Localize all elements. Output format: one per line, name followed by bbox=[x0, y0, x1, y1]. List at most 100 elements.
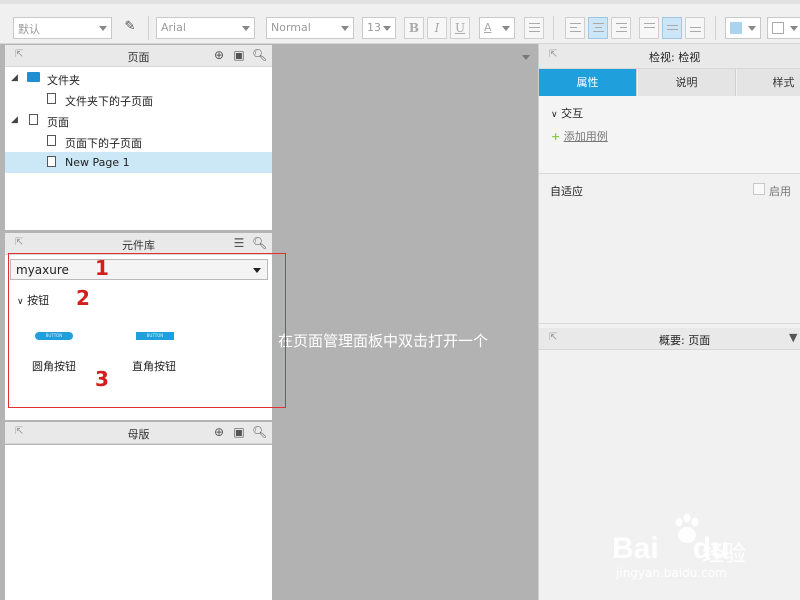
pin-icon[interactable]: ⇱ bbox=[549, 332, 557, 343]
bullet-list-button[interactable] bbox=[524, 17, 544, 39]
menu-bar-edge bbox=[0, 0, 800, 4]
add-case-link[interactable]: + 添加用例 bbox=[551, 128, 608, 144]
chevron-down-icon bbox=[502, 26, 510, 31]
chevron-down-icon bbox=[790, 26, 798, 31]
border-color-icon bbox=[772, 22, 784, 34]
adaptive-label: 自适应 bbox=[550, 185, 583, 198]
annotation-number-3: 3 bbox=[95, 367, 109, 391]
design-canvas[interactable] bbox=[272, 44, 538, 600]
chevron-down-icon bbox=[253, 268, 261, 273]
align-right-icon bbox=[616, 23, 627, 33]
library-panel-header: ⇱ 元件库 ☰ 🔍︎ bbox=[5, 233, 272, 255]
add-folder-icon[interactable]: ▣ bbox=[232, 48, 246, 62]
underline-button[interactable]: U bbox=[450, 17, 470, 39]
style-select[interactable]: 默认 bbox=[13, 17, 112, 39]
align-left-button[interactable] bbox=[565, 17, 585, 39]
add-page-icon[interactable]: ⊕ bbox=[212, 48, 226, 62]
tab-properties[interactable]: 属性 bbox=[539, 69, 637, 96]
masters-body bbox=[5, 445, 272, 600]
library-select[interactable]: myaxure bbox=[10, 259, 268, 280]
tree-item-new-page-1[interactable]: New Page 1 bbox=[5, 152, 272, 173]
expand-triangle-icon[interactable]: ◢ bbox=[11, 73, 18, 83]
pages-panel-header: ⇱ 页面 ⊕ ▣ 🔍︎ bbox=[5, 45, 272, 67]
search-icon[interactable]: 🔍︎ bbox=[252, 425, 267, 439]
adaptive-section: 自适应 启用 bbox=[539, 174, 800, 324]
chevron-down-icon bbox=[748, 26, 756, 31]
chevron-down-icon[interactable] bbox=[522, 55, 530, 60]
tree-item-page[interactable]: ◢ 页面 bbox=[5, 110, 272, 131]
align-bottom-icon bbox=[690, 27, 701, 37]
align-middle-button[interactable] bbox=[662, 17, 682, 39]
list-icon bbox=[529, 23, 540, 33]
tree-item-label: 页面下的子页面 bbox=[65, 137, 142, 150]
bold-button[interactable]: B bbox=[404, 17, 424, 39]
widget-group-header[interactable]: ∨ 按钮 bbox=[17, 292, 49, 308]
divider bbox=[715, 16, 716, 40]
align-right-button[interactable] bbox=[611, 17, 631, 39]
expand-triangle-icon[interactable]: ◢ bbox=[11, 115, 18, 125]
font-weight-select[interactable]: Normal bbox=[266, 17, 354, 39]
chevron-down-icon: ∨ bbox=[17, 297, 24, 307]
masters-panel-actions: ⊕ ▣ 🔍︎ bbox=[206, 425, 267, 439]
font-weight-value: Normal bbox=[271, 21, 311, 34]
align-left-icon bbox=[570, 23, 581, 33]
align-middle-icon bbox=[667, 25, 678, 35]
chevron-down-icon bbox=[242, 26, 250, 31]
interaction-section: ∨ 交互 + 添加用例 bbox=[539, 96, 800, 174]
paw-icon bbox=[675, 513, 699, 543]
interaction-header[interactable]: ∨ 交互 bbox=[551, 105, 583, 121]
tree-item-subpage[interactable]: 页面下的子页面 bbox=[5, 131, 272, 152]
page-icon bbox=[47, 93, 56, 104]
menu-icon[interactable]: ☰ bbox=[232, 236, 246, 250]
tree-item-folder[interactable]: ◢ 文件夹 bbox=[5, 68, 272, 89]
tab-notes[interactable]: 说明 bbox=[638, 69, 736, 96]
widget-label: 直角按钮 bbox=[132, 360, 176, 373]
tab-style[interactable]: 样式 bbox=[737, 69, 800, 96]
interaction-label: 交互 bbox=[561, 107, 584, 120]
search-icon[interactable]: 🔍︎ bbox=[252, 236, 267, 250]
chevron-down-icon bbox=[383, 26, 391, 31]
align-bottom-button[interactable] bbox=[685, 17, 705, 39]
folder-icon bbox=[27, 72, 40, 82]
library-panel-actions: ☰ 🔍︎ bbox=[226, 236, 268, 250]
font-color-select[interactable]: A bbox=[479, 17, 515, 39]
masters-panel-header: ⇱ 母版 ⊕ ▣ 🔍︎ bbox=[5, 422, 272, 444]
align-top-button[interactable] bbox=[639, 17, 659, 39]
page-icon bbox=[47, 135, 56, 146]
tree-item-label: 文件夹 bbox=[47, 74, 80, 87]
font-size-select[interactable]: 13 bbox=[362, 17, 396, 39]
border-color-select[interactable] bbox=[767, 17, 800, 39]
widget-label: 圆角按钮 bbox=[32, 360, 76, 373]
page-icon bbox=[29, 114, 38, 125]
baidu-watermark: Bai du 经验 jingyan.baidu.com bbox=[612, 512, 762, 582]
format-painter-icon[interactable]: ✎ bbox=[120, 17, 140, 39]
align-center-button[interactable] bbox=[588, 17, 608, 39]
fill-color-select[interactable] bbox=[725, 17, 761, 39]
widget-rounded-button[interactable]: BUTTON bbox=[35, 332, 73, 340]
divider bbox=[553, 16, 554, 40]
plus-icon: + bbox=[551, 130, 561, 143]
add-folder-icon[interactable]: ▣ bbox=[232, 425, 246, 439]
summary-header: ⇱ 概要: 页面 ▼ bbox=[539, 328, 800, 350]
align-top-icon bbox=[644, 23, 655, 33]
annotation-number-2: 2 bbox=[76, 286, 90, 310]
fill-color-icon bbox=[730, 22, 742, 34]
filter-icon[interactable]: ▼ bbox=[789, 331, 797, 344]
tree-item-label: 文件夹下的子页面 bbox=[65, 95, 153, 108]
tree-item-subpage[interactable]: 文件夹下的子页面 bbox=[5, 89, 272, 110]
tree-item-label: 页面 bbox=[47, 116, 69, 129]
chevron-down-icon: ∨ bbox=[551, 110, 558, 120]
watermark-url: jingyan.baidu.com bbox=[616, 566, 727, 580]
font-family-select[interactable]: Arial bbox=[156, 17, 255, 39]
divider bbox=[148, 16, 149, 40]
annotation-number-1: 1 bbox=[95, 256, 109, 280]
font-family-value: Arial bbox=[161, 21, 186, 34]
widget-square-button[interactable]: BUTTON bbox=[136, 332, 174, 340]
search-icon[interactable]: 🔍︎ bbox=[252, 48, 267, 62]
add-master-icon[interactable]: ⊕ bbox=[212, 425, 226, 439]
align-center-icon bbox=[593, 23, 604, 33]
chevron-down-icon bbox=[99, 26, 107, 31]
italic-button[interactable]: I bbox=[427, 17, 447, 39]
pin-icon[interactable]: ⇱ bbox=[549, 49, 557, 60]
enable-checkbox[interactable] bbox=[753, 183, 765, 195]
